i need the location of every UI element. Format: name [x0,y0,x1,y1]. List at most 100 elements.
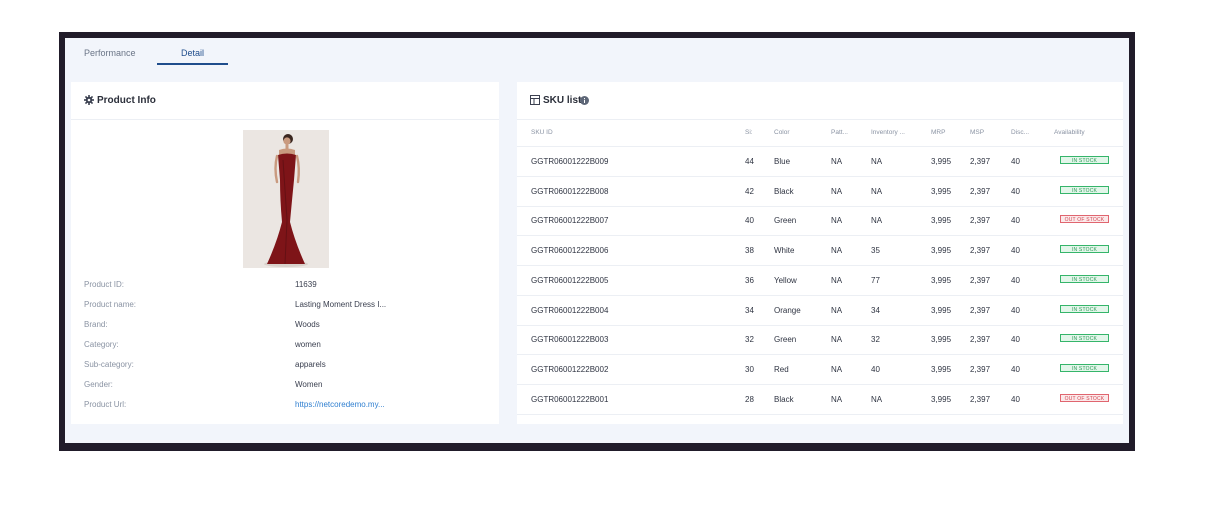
table-row[interactable]: GGTR06001222B006 38 White NA 35 3,995 2,397 40 I… [517,236,1123,267]
cell-size: 44 [745,157,754,166]
cell-size: 28 [745,394,754,404]
cell-color: Yellow [774,275,797,285]
cell-discount: 40 [1011,157,1020,166]
cell-pattern: NA [831,335,843,345]
availability-badge: IN STOCK [1060,245,1109,254]
col-header-sku-id[interactable]: SKU ID [531,129,553,136]
cell-sku-id: GGTR06001222B008 [531,186,609,196]
cell-discount: 40 [1011,335,1020,345]
sku-list-panel: SKU list SKU ID Si: Color Patt... Invent… [517,82,1123,424]
cell-mrp: 3,995 [931,246,952,256]
cell-pattern: NA [831,246,843,256]
cell-inventory: 35 [871,246,880,256]
tab-performance[interactable]: Performance [84,48,136,58]
cell-color: Red [774,364,789,374]
table-row[interactable]: GGTR06001222B003 32 Green NA 32 3,995 2,397 40 I… [517,325,1123,356]
tab-detail[interactable]: Detail [181,48,204,58]
availability-badge: IN STOCK [1060,274,1109,283]
table-row[interactable]: GGTR06001222B005 36 Yellow NA 77 3,995 2,397 40… [517,266,1123,296]
cell-mrp: 3,995 [931,364,952,374]
cell-color: Black [774,394,794,404]
cell-mrp: 3,995 [931,275,952,285]
cell-color: Blue [774,157,791,166]
col-header-color[interactable]: Color [774,129,790,136]
product-id-value: 11639 [295,280,317,289]
cell-size: 38 [745,246,754,256]
cell-size: 40 [745,216,754,226]
category-value: women [295,340,321,349]
cell-sku-id: GGTR06001222B007 [531,216,609,226]
col-header-mrp[interactable]: MRP [931,129,945,136]
cell-discount: 40 [1011,275,1020,285]
cell-mrp: 3,995 [931,394,952,404]
cell-sku-id: GGTR06001222B002 [531,364,609,374]
cell-color: Green [774,216,797,226]
cell-mrp: 3,995 [931,216,952,226]
window-frame: Performance Detail Product Info Product … [59,32,1135,451]
brand-value: Woods [295,320,320,329]
cell-pattern: NA [831,157,843,166]
sku-list-title: SKU list [543,95,582,106]
cell-pattern: NA [831,186,843,196]
cell-msp: 2,397 [970,364,991,374]
table-row[interactable]: GGTR06001222B008 42 Black NA NA 3,995 2,397 40 I… [517,177,1123,207]
product-name-label: Product name: [84,300,137,309]
cell-size: 34 [745,305,754,315]
cell-sku-id: GGTR06001222B004 [531,305,609,315]
availability-badge: IN STOCK [1060,185,1109,194]
product-name-value: Lasting Moment Dress I... [295,300,387,309]
col-header-size[interactable]: Si: [745,129,753,136]
col-header-availability[interactable]: Availability [1054,129,1085,136]
cell-inventory: 40 [871,364,880,374]
cell-pattern: NA [831,364,843,374]
product-url-label: Product Url: [84,400,127,409]
col-header-msp[interactable]: MSP [970,129,984,136]
active-tab-indicator [157,63,228,65]
availability-badge: OUT OF STOCK [1060,393,1109,402]
cell-discount: 40 [1011,246,1020,256]
product-info-header: Product Info [71,82,499,120]
info-row-gender: Gender: Women [84,380,484,394]
product-url-link[interactable]: https://netcoredemo.my... [295,400,385,409]
table-row[interactable]: GGTR06001222B004 34 Orange NA 34 3,995 2,397 40… [517,296,1123,326]
col-header-pattern[interactable]: Patt... [831,129,848,136]
cell-inventory: NA [871,186,883,196]
table-row[interactable]: GGTR06001222B001 28 Black NA NA 3,995 2,397 40 O… [517,385,1123,415]
cell-color: Green [774,335,797,345]
cell-msp: 2,397 [970,216,991,226]
cell-pattern: NA [831,275,843,285]
cell-sku-id: GGTR06001222B001 [531,394,609,404]
cell-mrp: 3,995 [931,186,952,196]
cell-msp: 2,397 [970,335,991,345]
col-header-inventory[interactable]: Inventory ... [871,129,905,136]
cell-sku-id: GGTR06001222B005 [531,275,609,285]
cell-msp: 2,397 [970,246,991,256]
cell-discount: 40 [1011,364,1020,374]
gender-label: Gender: [84,380,113,389]
sku-list-header: SKU list [517,82,1123,120]
cell-inventory: 32 [871,335,880,345]
cell-mrp: 3,995 [931,157,952,166]
cell-size: 32 [745,335,754,345]
app-content: Performance Detail Product Info Product … [65,38,1129,443]
table-row[interactable]: GGTR06001222B007 40 Green NA NA 3,995 2,397 40 O… [517,206,1123,237]
table-row[interactable]: GGTR06001222B009 44 Blue NA NA 3,995 2,397 40 IN… [517,147,1123,177]
cell-inventory: NA [871,157,883,166]
availability-badge: OUT OF STOCK [1060,215,1109,224]
table-row[interactable]: GGTR06001222B002 30 Red NA 40 3,995 2,397 40 IN … [517,355,1123,385]
cell-size: 30 [745,364,754,374]
product-id-label: Product ID: [84,280,125,289]
info-icon[interactable] [580,96,589,105]
cell-sku-id: GGTR06001222B003 [531,335,609,345]
table-icon [530,95,540,105]
cell-sku-id: GGTR06001222B009 [531,157,609,166]
product-info-panel: Product Info Product ID: 11639 Product n… [71,82,499,424]
sub-category-value: apparels [295,360,326,369]
cell-msp: 2,397 [970,275,991,285]
cell-discount: 40 [1011,305,1020,315]
gear-icon [84,95,94,105]
cell-pattern: NA [831,305,843,315]
cell-discount: 40 [1011,216,1020,226]
col-header-discount[interactable]: Disc... [1011,129,1029,136]
cell-msp: 2,397 [970,186,991,196]
